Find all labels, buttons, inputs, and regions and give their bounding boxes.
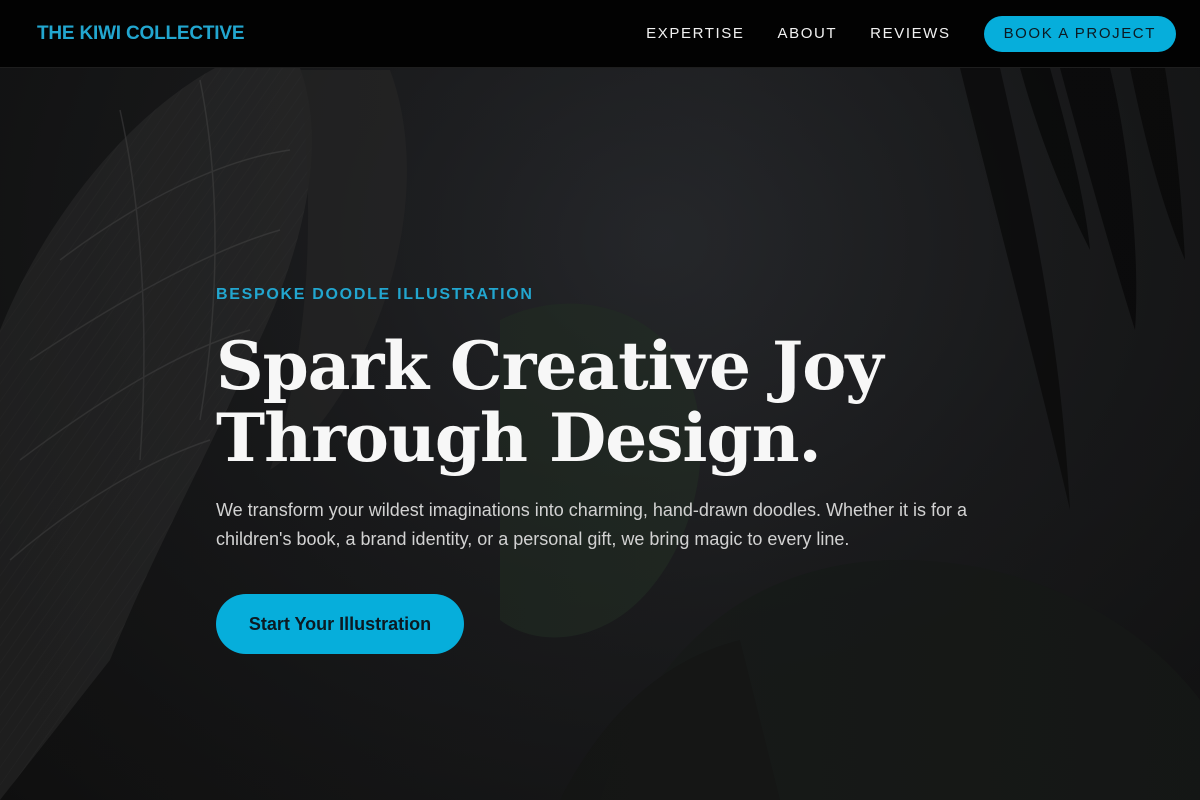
hero-headline: Spark Creative Joy Through Design. (216, 330, 1016, 474)
headline-line-1: Spark Creative Joy (216, 327, 884, 405)
nav-link-reviews[interactable]: REVIEWS (870, 25, 950, 42)
main-nav: EXPERTISE ABOUT REVIEWS BOOK A PROJECT (646, 15, 1176, 52)
headline-line-2: Through Design. (216, 399, 822, 477)
nav-link-about[interactable]: ABOUT (777, 25, 837, 42)
hero-content: BESPOKE DOODLE ILLUSTRATION Spark Creati… (216, 286, 1016, 654)
brand-logo[interactable]: THE KIWI COLLECTIVE (37, 23, 245, 45)
hero-description: We transform your wildest imaginations i… (216, 500, 968, 549)
top-navbar: THE KIWI COLLECTIVE EXPERTISE ABOUT REVI… (0, 0, 1200, 68)
nav-link-expertise[interactable]: EXPERTISE (646, 25, 744, 42)
hero-eyebrow: BESPOKE DOODLE ILLUSTRATION (216, 286, 534, 303)
book-project-button[interactable]: BOOK A PROJECT (983, 15, 1176, 52)
start-illustration-button[interactable]: Start Your Illustration (216, 594, 464, 654)
